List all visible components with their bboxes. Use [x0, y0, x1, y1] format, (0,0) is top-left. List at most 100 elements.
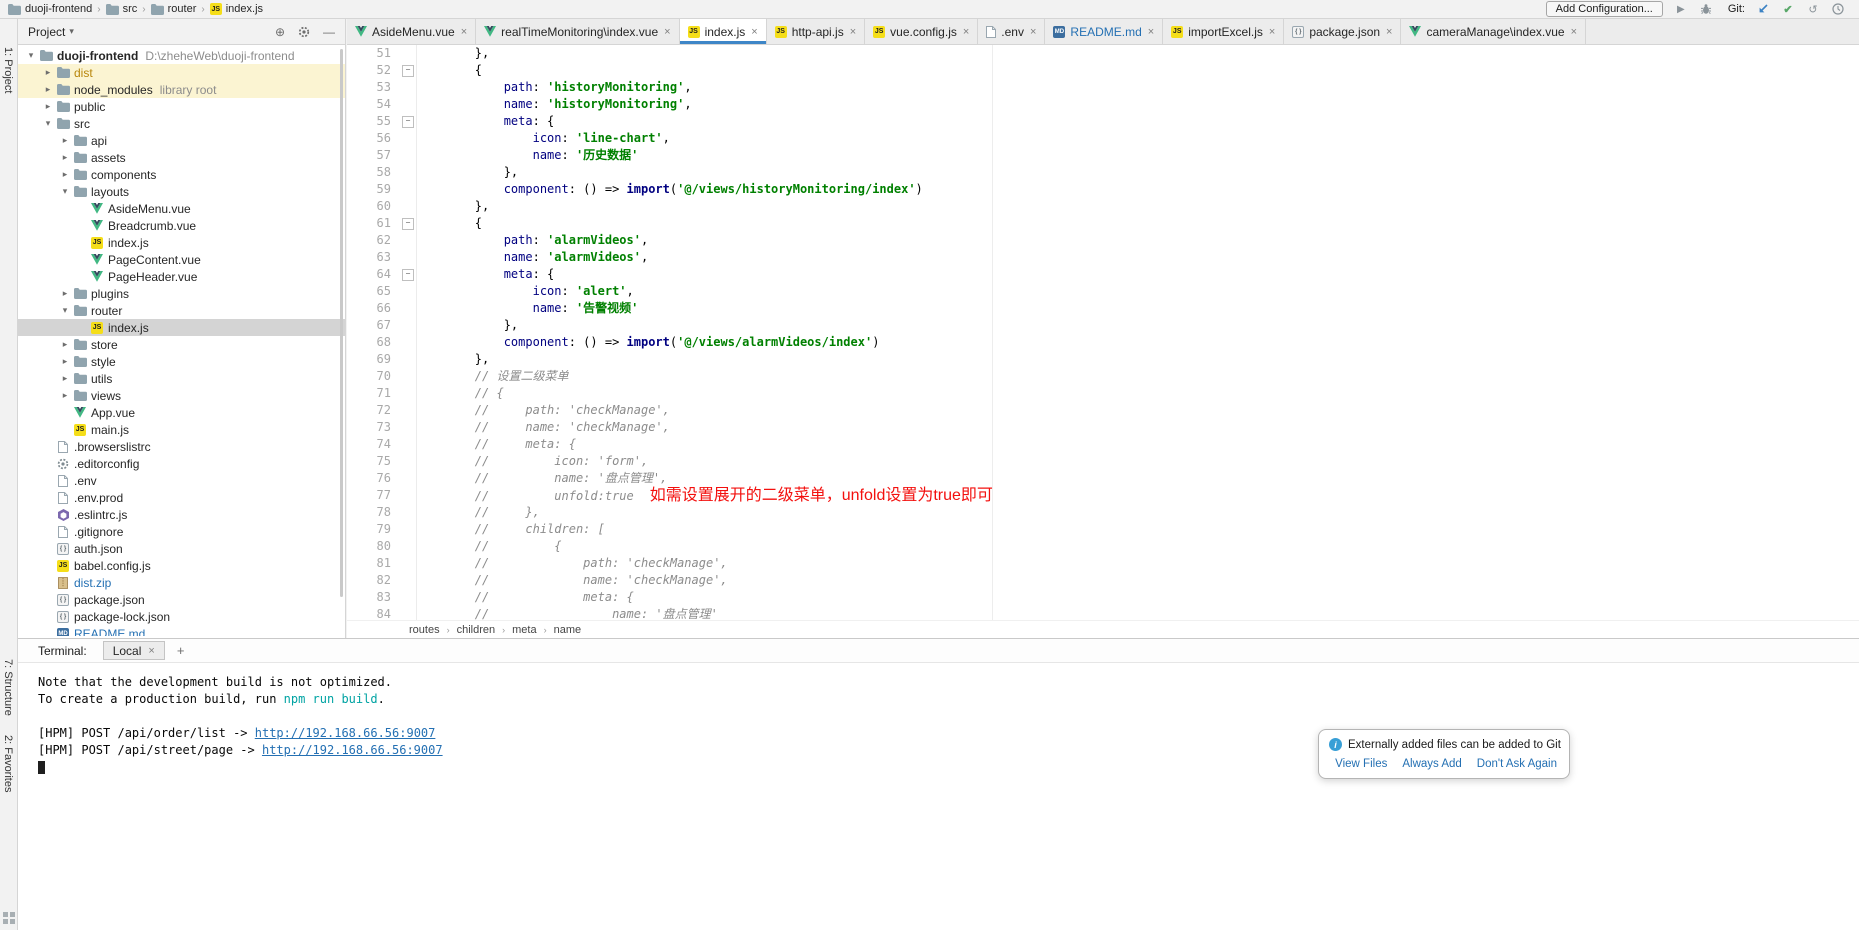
breadcrumb-item-duoji-frontend[interactable]: duoji-frontend	[8, 3, 92, 15]
breadcrumb-item-src[interactable]: src	[106, 3, 138, 15]
notification-action-always-add[interactable]: Always Add	[1402, 758, 1461, 770]
editor-tab-http-api-js[interactable]: JShttp-api.js×	[767, 19, 865, 44]
tree-item-dist-zip[interactable]: dist.zip	[18, 574, 345, 591]
tree-item-browserslistrc[interactable]: .browserslistrc	[18, 438, 345, 455]
fold-icon[interactable]	[391, 113, 417, 130]
terminal-tab-local[interactable]: Local ×	[103, 641, 165, 660]
tree-item-env[interactable]: .env	[18, 472, 345, 489]
chevron-collapsed-icon[interactable]: ▸	[58, 390, 72, 401]
fold-icon[interactable]	[391, 266, 417, 283]
tree-item-gitignore[interactable]: .gitignore	[18, 523, 345, 540]
tree-item-pagecontent-vue[interactable]: PageContent.vue	[18, 251, 345, 268]
close-icon[interactable]: ×	[751, 26, 757, 38]
code-breadcrumb-children[interactable]: children	[457, 624, 496, 636]
close-icon[interactable]: ×	[1148, 26, 1154, 38]
breadcrumb-item-index-js[interactable]: JSindex.js	[210, 3, 263, 15]
close-icon[interactable]: ×	[1386, 26, 1392, 38]
chevron-expanded-icon[interactable]: ▾	[58, 305, 72, 316]
close-icon[interactable]: ×	[1571, 26, 1577, 38]
tree-item-pageheader-vue[interactable]: PageHeader.vue	[18, 268, 345, 285]
editor-tab-importexcel-js[interactable]: JSimportExcel.js×	[1163, 19, 1284, 44]
project-panel-title[interactable]: Project	[28, 25, 65, 39]
new-terminal-icon[interactable]: +	[177, 643, 185, 658]
stripe-favorites-button[interactable]: 2: Favorites	[2, 735, 14, 792]
tree-item-asidemenu-vue[interactable]: AsideMenu.vue	[18, 200, 345, 217]
git-revert-icon[interactable]: ↺	[1806, 2, 1820, 16]
chevron-expanded-icon[interactable]: ▾	[24, 50, 38, 61]
editor-tab-asidemenu-vue[interactable]: AsideMenu.vue×	[347, 19, 476, 44]
editor-tab-readme-md[interactable]: MDREADME.md×	[1045, 19, 1163, 44]
tree-item-router[interactable]: ▾router	[18, 302, 345, 319]
add-configuration-button[interactable]: Add Configuration...	[1546, 1, 1663, 17]
chevron-collapsed-icon[interactable]: ▸	[41, 84, 55, 95]
notification-action-view-files[interactable]: View Files	[1335, 758, 1387, 770]
tree-item-index-js[interactable]: JSindex.js	[18, 234, 345, 251]
tree-item-assets[interactable]: ▸assets	[18, 149, 345, 166]
editor-tab-vue-config-js[interactable]: JSvue.config.js×	[865, 19, 978, 44]
close-icon[interactable]: ×	[850, 26, 856, 38]
chevron-collapsed-icon[interactable]: ▸	[58, 373, 72, 384]
close-icon[interactable]: ×	[1030, 26, 1036, 38]
chevron-collapsed-icon[interactable]: ▸	[41, 101, 55, 112]
tree-scrollbar[interactable]	[340, 49, 343, 597]
fold-icon[interactable]	[391, 62, 417, 79]
tree-item-utils[interactable]: ▸utils	[18, 370, 345, 387]
tree-item-eslintrc-js[interactable]: .eslintrc.js	[18, 506, 345, 523]
tree-item-breadcrumb-vue[interactable]: Breadcrumb.vue	[18, 217, 345, 234]
close-icon[interactable]: ×	[148, 645, 154, 657]
tree-item-dist[interactable]: ▸dist	[18, 64, 345, 81]
tree-item-components[interactable]: ▸components	[18, 166, 345, 183]
tree-item-src[interactable]: ▾src	[18, 115, 345, 132]
code-breadcrumb-name[interactable]: name	[554, 624, 582, 636]
tree-item-app-vue[interactable]: App.vue	[18, 404, 345, 421]
chevron-collapsed-icon[interactable]: ▸	[58, 169, 72, 180]
locate-file-icon[interactable]: ⊕	[275, 25, 285, 39]
stripe-toggle-icon[interactable]	[3, 912, 15, 927]
tree-item-babel-config-js[interactable]: JSbabel.config.js	[18, 557, 345, 574]
debug-icon[interactable]	[1699, 2, 1713, 16]
code-breadcrumb-meta[interactable]: meta	[512, 624, 536, 636]
tree-item-package-lock-json[interactable]: { }package-lock.json	[18, 608, 345, 625]
tree-item-readme-md[interactable]: MDREADME.md	[18, 625, 345, 636]
tree-item-node-modules[interactable]: ▸node_moduleslibrary root	[18, 81, 345, 98]
terminal-output[interactable]: Note that the development build is not o…	[18, 663, 1859, 930]
tree-item-main-js[interactable]: JSmain.js	[18, 421, 345, 438]
editor-tab-package-json[interactable]: { }package.json×	[1284, 19, 1401, 44]
tree-item-duoji-frontend[interactable]: ▾duoji-frontendD:\zheheWeb\duoji-fronten…	[18, 47, 345, 64]
tree-item-package-json[interactable]: { }package.json	[18, 591, 345, 608]
editor-tab-realtimemonitoring-index-vue[interactable]: realTimeMonitoring\index.vue×	[476, 19, 679, 44]
terminal-link[interactable]: http://192.168.66.56:9007	[262, 743, 443, 757]
tree-item-style[interactable]: ▸style	[18, 353, 345, 370]
chevron-collapsed-icon[interactable]: ▸	[58, 288, 72, 299]
hide-panel-icon[interactable]: —	[323, 25, 335, 39]
editor-tab-env[interactable]: .env×	[978, 19, 1045, 44]
terminal-link[interactable]: http://192.168.66.56:9007	[255, 726, 436, 740]
notification-action-don-t-ask-again[interactable]: Don't Ask Again	[1477, 758, 1557, 770]
tree-item-store[interactable]: ▸store	[18, 336, 345, 353]
tree-item-env-prod[interactable]: .env.prod	[18, 489, 345, 506]
settings-gear-icon[interactable]	[298, 26, 310, 38]
close-icon[interactable]: ×	[1269, 26, 1275, 38]
tree-item-layouts[interactable]: ▾layouts	[18, 183, 345, 200]
stripe-project-button[interactable]: 1: Project	[2, 47, 14, 93]
chevron-collapsed-icon[interactable]: ▸	[58, 356, 72, 367]
tree-item-index-js[interactable]: JSindex.js	[18, 319, 345, 336]
stripe-structure-button[interactable]: 7: Structure	[2, 659, 14, 716]
chevron-collapsed-icon[interactable]: ▸	[58, 339, 72, 350]
fold-icon[interactable]	[391, 215, 417, 232]
tree-item-editorconfig[interactable]: .editorconfig	[18, 455, 345, 472]
tree-item-public[interactable]: ▸public	[18, 98, 345, 115]
tree-item-auth-json[interactable]: { }auth.json	[18, 540, 345, 557]
git-commit-icon[interactable]: ✔	[1781, 2, 1795, 16]
tree-item-views[interactable]: ▸views	[18, 387, 345, 404]
code-breadcrumb-routes[interactable]: routes	[409, 624, 440, 636]
git-update-icon[interactable]	[1756, 2, 1770, 16]
breadcrumb-item-router[interactable]: router	[151, 3, 197, 15]
history-icon[interactable]	[1831, 2, 1845, 16]
close-icon[interactable]: ×	[963, 26, 969, 38]
editor-tab-cameramanage-index-vue[interactable]: cameraManage\index.vue×	[1401, 19, 1586, 44]
close-icon[interactable]: ×	[461, 26, 467, 38]
close-icon[interactable]: ×	[664, 26, 670, 38]
run-icon[interactable]: ▶	[1674, 2, 1688, 16]
code-editor[interactable]: 51 },52 {53 path: 'historyMonitoring',54…	[347, 45, 1859, 620]
